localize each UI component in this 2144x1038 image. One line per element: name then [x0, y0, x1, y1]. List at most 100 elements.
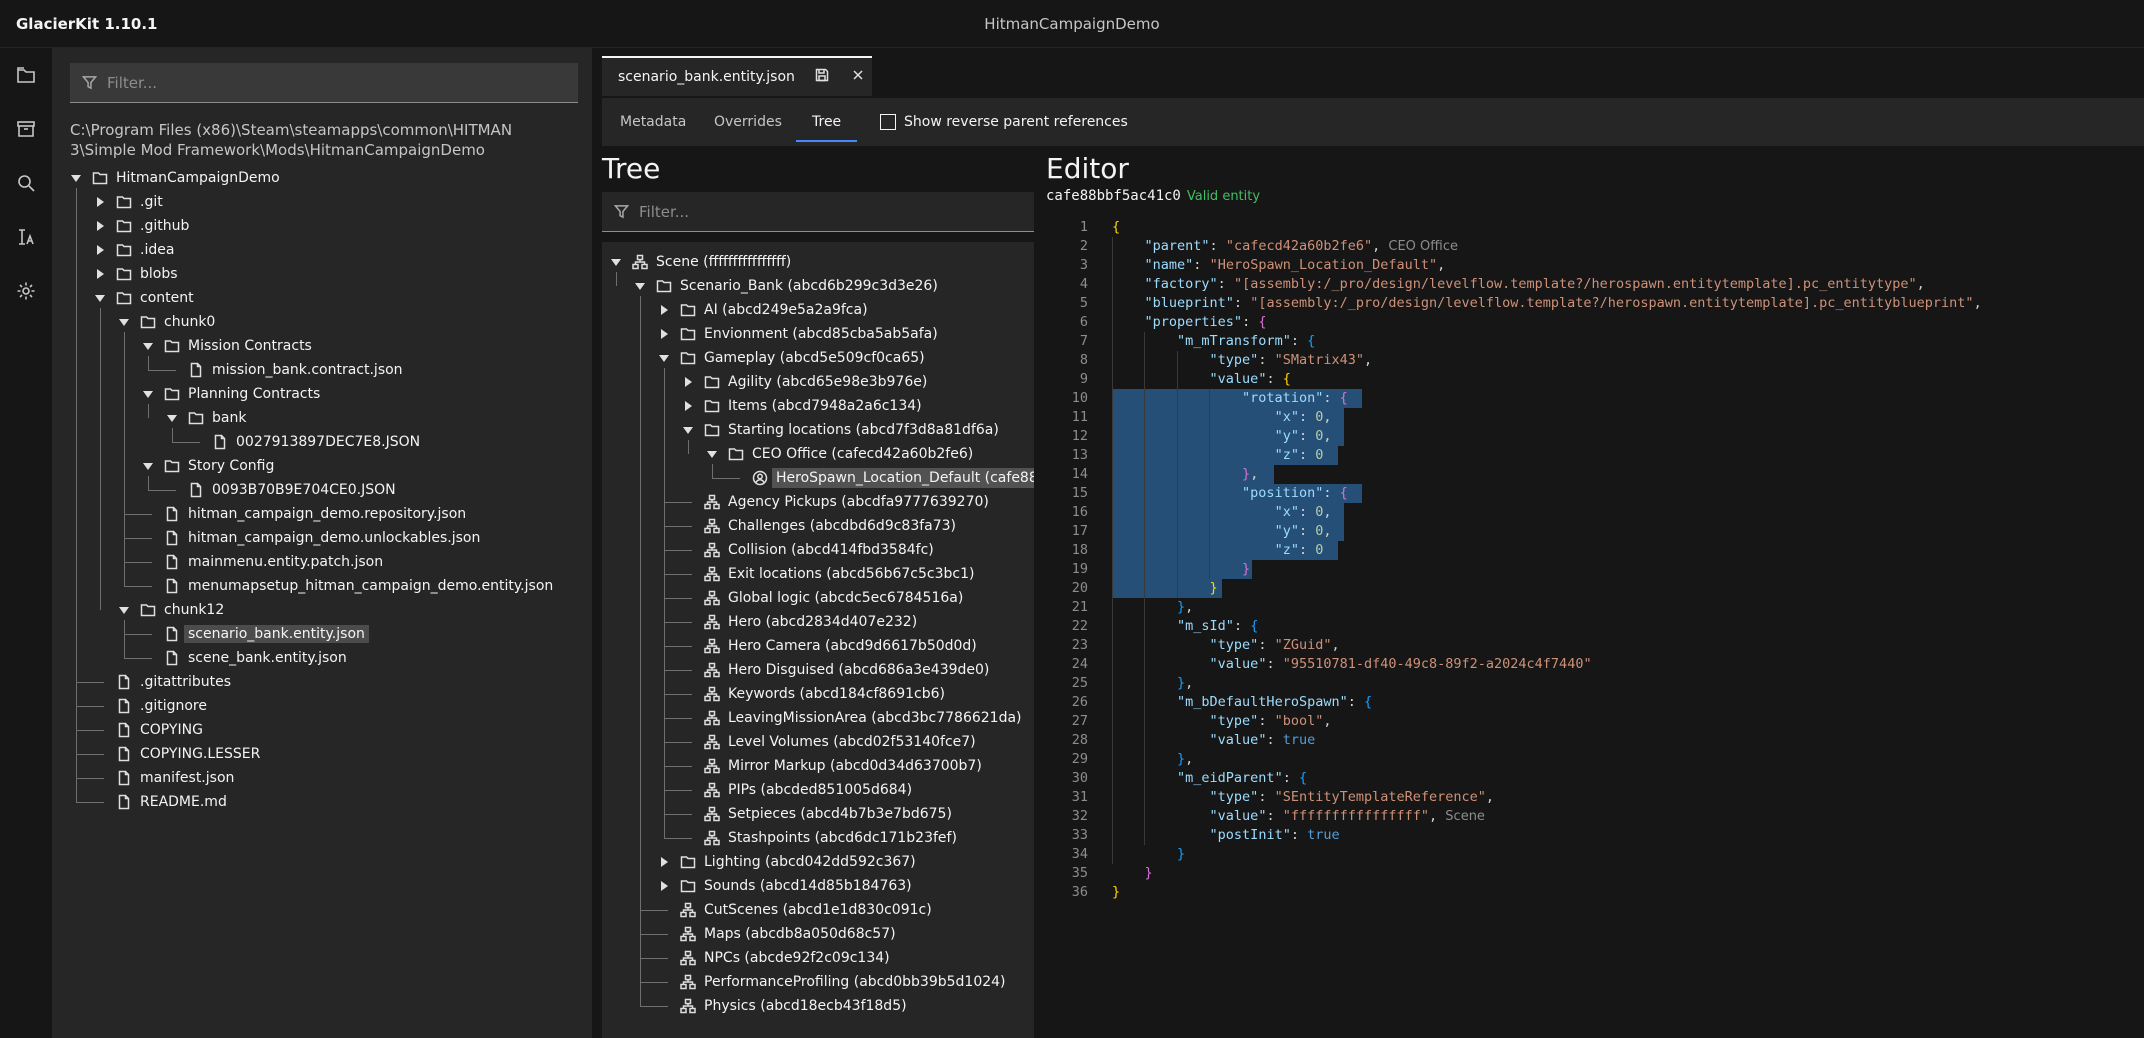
code-line[interactable]: "m_mTransform": {: [1112, 332, 1315, 351]
tab-scenario-bank[interactable]: scenario_bank.entity.json: [602, 56, 872, 96]
code-line[interactable]: "value": "ffffffffffffffff", Scene: [1112, 807, 1485, 826]
code-line[interactable]: },: [1112, 750, 1193, 769]
file-tree-item[interactable]: .github: [94, 214, 189, 238]
entity-tree-node[interactable]: CEO Office (cafecd42a60b2fe6): [706, 442, 973, 466]
file-tree-item[interactable]: Mission Contracts: [142, 334, 312, 358]
entity-tree-node[interactable]: AI (abcd249e5a2a9fca): [658, 298, 868, 322]
checkbox-box[interactable]: [880, 114, 896, 130]
close-icon[interactable]: [851, 68, 865, 86]
file-tree-item[interactable]: bank: [166, 406, 246, 430]
entity-tree-node[interactable]: LeavingMissionArea (abcd3bc7786621da): [682, 706, 1022, 730]
entity-tree-node[interactable]: Sounds (abcd14d85b184763): [658, 874, 912, 898]
file-tree-item[interactable]: README.md: [94, 790, 227, 814]
entity-tree-node[interactable]: Lighting (abcd042dd592c367): [658, 850, 916, 874]
file-tree-item[interactable]: COPYING.LESSER: [94, 742, 260, 766]
file-tree-item[interactable]: .git: [94, 190, 163, 214]
entity-tree-node[interactable]: Global logic (abcdc5ec6784516a): [682, 586, 963, 610]
code-line[interactable]: "type": "SMatrix43",: [1112, 351, 1373, 370]
code-line[interactable]: {: [1112, 218, 1120, 237]
code-line[interactable]: "name": "HeroSpawn_Location_Default",: [1112, 256, 1446, 275]
caret-right-icon[interactable]: [97, 245, 104, 255]
tab-tree[interactable]: Tree: [796, 104, 858, 142]
entity-tree-node[interactable]: HeroSpawn_Location_Default (cafe88bbf5ac…: [730, 466, 1034, 490]
caret-down-icon[interactable]: [683, 426, 693, 434]
code-line[interactable]: }: [1112, 883, 1120, 902]
entity-tree-node[interactable]: Scene (ffffffffffffffff): [610, 250, 791, 274]
caret-right-icon[interactable]: [97, 269, 104, 279]
file-tree-item[interactable]: chunk12: [118, 598, 224, 622]
file-tree-item[interactable]: scenario_bank.entity.json: [142, 622, 369, 646]
caret-right-icon[interactable]: [97, 221, 104, 231]
code-line[interactable]: "m_eidParent": {: [1112, 769, 1307, 788]
code-line[interactable]: "blueprint": "[assembly:/_pro/design/lev…: [1112, 294, 1982, 313]
entity-tree-node[interactable]: Maps (abcdb8a050d68c57): [658, 922, 896, 946]
code-line[interactable]: }: [1112, 579, 1218, 598]
code-line[interactable]: },: [1112, 598, 1193, 617]
code-line[interactable]: "type": "ZGuid",: [1112, 636, 1340, 655]
entity-tree-node[interactable]: Gameplay (abcd5e509cf0ca65): [658, 346, 925, 370]
tree-filter[interactable]: [602, 192, 1034, 232]
caret-right-icon[interactable]: [685, 401, 692, 411]
caret-down-icon[interactable]: [143, 462, 153, 470]
file-filter[interactable]: [70, 63, 578, 103]
tab-overrides[interactable]: Overrides: [698, 104, 798, 142]
code-line[interactable]: }: [1112, 864, 1153, 883]
caret-down-icon[interactable]: [167, 414, 177, 422]
file-tree-item[interactable]: COPYING: [94, 718, 203, 742]
code-line[interactable]: "value": "95510781-df40-49c8-89f2-a2024c…: [1112, 655, 1592, 674]
entity-tree-node[interactable]: Stashpoints (abcd6dc171b23fef): [682, 826, 957, 850]
code-line[interactable]: },: [1112, 465, 1258, 484]
caret-right-icon[interactable]: [661, 857, 668, 867]
file-tree-item[interactable]: scene_bank.entity.json: [142, 646, 347, 670]
file-tree-item[interactable]: 0093B70B9E704CE0.JSON: [166, 478, 396, 502]
entity-tree-node[interactable]: Scenario_Bank (abcd6b299c3d3e26): [634, 274, 938, 298]
entity-tree-node[interactable]: Exit locations (abcd56b67c5c3bc1): [682, 562, 974, 586]
entity-tree-node[interactable]: Hero (abcd2834d407e232): [682, 610, 917, 634]
entity-tree-node[interactable]: CutScenes (abcd1e1d830c091c): [658, 898, 932, 922]
caret-right-icon[interactable]: [661, 881, 668, 891]
file-tree-item[interactable]: 0027913897DEC7E8.JSON: [190, 430, 420, 454]
code-line[interactable]: "type": "SEntityTemplateReference",: [1112, 788, 1495, 807]
file-tree-item[interactable]: hitman_campaign_demo.repository.json: [142, 502, 466, 526]
code-line[interactable]: "properties": {: [1112, 313, 1267, 332]
entity-tree-node[interactable]: Starting locations (abcd7f3d8a81df6a): [682, 418, 999, 442]
code-line[interactable]: "m_sId": {: [1112, 617, 1258, 636]
code-line[interactable]: "m_bDefaultHeroSpawn": {: [1112, 693, 1372, 712]
file-tree-item[interactable]: blobs: [94, 262, 178, 286]
file-tree-item[interactable]: manifest.json: [94, 766, 234, 790]
files-icon[interactable]: [0, 48, 52, 102]
caret-right-icon[interactable]: [685, 377, 692, 387]
code-line[interactable]: }: [1112, 560, 1250, 579]
caret-right-icon[interactable]: [661, 305, 668, 315]
entity-tree-node[interactable]: Hero Disguised (abcd686a3e439de0): [682, 658, 989, 682]
caret-down-icon[interactable]: [143, 390, 153, 398]
reverse-refs-checkbox[interactable]: Show reverse parent references: [880, 114, 1128, 130]
code-line[interactable]: "rotation": {: [1112, 389, 1348, 408]
caret-right-icon[interactable]: [97, 197, 104, 207]
file-tree-item[interactable]: .gitattributes: [94, 670, 231, 694]
tab-metadata[interactable]: Metadata: [604, 104, 702, 142]
caret-right-icon[interactable]: [661, 329, 668, 339]
text-tools-icon[interactable]: [0, 210, 52, 264]
file-tree-item[interactable]: mission_bank.contract.json: [166, 358, 403, 382]
code-line[interactable]: "value": {: [1112, 370, 1291, 389]
file-filter-input[interactable]: [107, 73, 514, 92]
entity-tree-node[interactable]: Agility (abcd65e98e3b976e): [682, 370, 927, 394]
save-icon[interactable]: [815, 68, 829, 86]
file-tree-item[interactable]: content: [94, 286, 194, 310]
code-editor[interactable]: 1 {2 "parent": "cafecd42a60b2fe6", CEO Of…: [1046, 214, 2144, 1038]
caret-down-icon[interactable]: [119, 606, 129, 614]
entity-tree-node[interactable]: PIPs (abcded851005d684): [682, 778, 912, 802]
search-icon[interactable]: [0, 156, 52, 210]
code-line[interactable]: },: [1112, 674, 1193, 693]
file-tree-item[interactable]: hitman_campaign_demo.unlockables.json: [142, 526, 480, 550]
file-tree-item[interactable]: .idea: [94, 238, 174, 262]
entity-tree-node[interactable]: PerformanceProfiling (abcd0bb39b5d1024): [658, 970, 1006, 994]
caret-down-icon[interactable]: [707, 450, 717, 458]
code-line[interactable]: "position": {: [1112, 484, 1348, 503]
entity-tree-node[interactable]: Challenges (abcdbd6d9c83fa73): [682, 514, 956, 538]
entity-tree-node[interactable]: Physics (abcd18ecb43f18d5): [658, 994, 907, 1018]
file-tree-item[interactable]: chunk0: [118, 310, 215, 334]
entity-tree-node[interactable]: Hero Camera (abcd9d6617b50d0d): [682, 634, 977, 658]
tree-filter-input[interactable]: [639, 202, 985, 221]
